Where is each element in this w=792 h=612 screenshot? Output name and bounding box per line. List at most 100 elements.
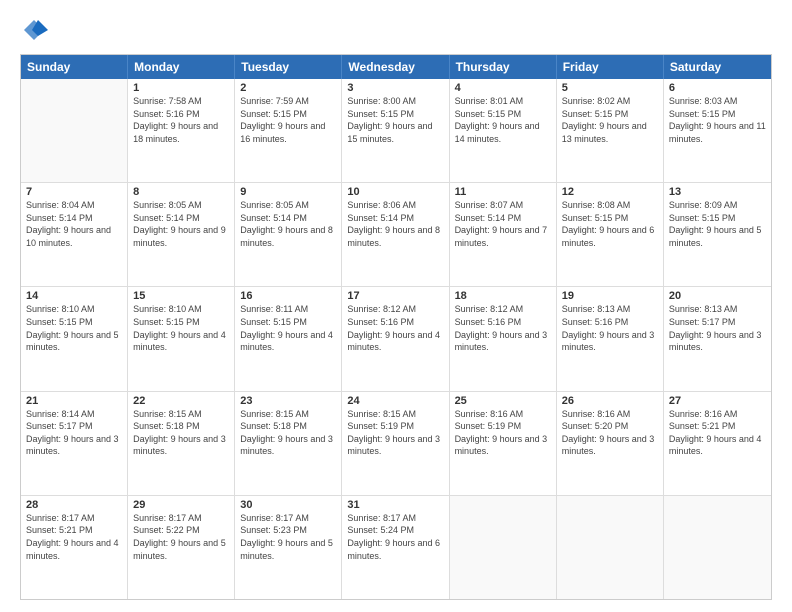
cell-info: Sunrise: 8:05 AMSunset: 5:14 PMDaylight:… — [240, 199, 336, 249]
cal-cell: 10Sunrise: 8:06 AMSunset: 5:14 PMDayligh… — [342, 183, 449, 286]
cal-week-3: 14Sunrise: 8:10 AMSunset: 5:15 PMDayligh… — [21, 287, 771, 391]
cell-info: Sunrise: 8:12 AMSunset: 5:16 PMDaylight:… — [455, 303, 551, 353]
cal-header-friday: Friday — [557, 55, 664, 79]
day-number: 13 — [669, 186, 766, 198]
cal-header-sunday: Sunday — [21, 55, 128, 79]
cal-cell: 19Sunrise: 8:13 AMSunset: 5:16 PMDayligh… — [557, 287, 664, 390]
cal-cell: 9Sunrise: 8:05 AMSunset: 5:14 PMDaylight… — [235, 183, 342, 286]
cal-cell: 14Sunrise: 8:10 AMSunset: 5:15 PMDayligh… — [21, 287, 128, 390]
cell-info: Sunrise: 8:15 AMSunset: 5:19 PMDaylight:… — [347, 408, 443, 458]
cal-cell: 29Sunrise: 8:17 AMSunset: 5:22 PMDayligh… — [128, 496, 235, 599]
cal-cell — [21, 79, 128, 182]
day-number: 4 — [455, 82, 551, 94]
cal-week-5: 28Sunrise: 8:17 AMSunset: 5:21 PMDayligh… — [21, 496, 771, 599]
cell-info: Sunrise: 8:10 AMSunset: 5:15 PMDaylight:… — [26, 303, 122, 353]
day-number: 12 — [562, 186, 658, 198]
header — [20, 16, 772, 44]
cal-cell: 15Sunrise: 8:10 AMSunset: 5:15 PMDayligh… — [128, 287, 235, 390]
day-number: 27 — [669, 395, 766, 407]
day-number: 9 — [240, 186, 336, 198]
cell-info: Sunrise: 8:17 AMSunset: 5:21 PMDaylight:… — [26, 512, 122, 562]
day-number: 20 — [669, 290, 766, 302]
cal-header-saturday: Saturday — [664, 55, 771, 79]
cal-cell: 5Sunrise: 8:02 AMSunset: 5:15 PMDaylight… — [557, 79, 664, 182]
cell-info: Sunrise: 7:58 AMSunset: 5:16 PMDaylight:… — [133, 95, 229, 145]
cal-cell: 4Sunrise: 8:01 AMSunset: 5:15 PMDaylight… — [450, 79, 557, 182]
cell-info: Sunrise: 8:13 AMSunset: 5:16 PMDaylight:… — [562, 303, 658, 353]
day-number: 24 — [347, 395, 443, 407]
cell-info: Sunrise: 8:06 AMSunset: 5:14 PMDaylight:… — [347, 199, 443, 249]
day-number: 7 — [26, 186, 122, 198]
day-number: 10 — [347, 186, 443, 198]
cell-info: Sunrise: 8:10 AMSunset: 5:15 PMDaylight:… — [133, 303, 229, 353]
day-number: 22 — [133, 395, 229, 407]
day-number: 19 — [562, 290, 658, 302]
day-number: 25 — [455, 395, 551, 407]
cal-week-4: 21Sunrise: 8:14 AMSunset: 5:17 PMDayligh… — [21, 392, 771, 496]
day-number: 3 — [347, 82, 443, 94]
cal-cell: 25Sunrise: 8:16 AMSunset: 5:19 PMDayligh… — [450, 392, 557, 495]
day-number: 28 — [26, 499, 122, 511]
day-number: 21 — [26, 395, 122, 407]
logo — [20, 16, 52, 44]
cal-cell: 11Sunrise: 8:07 AMSunset: 5:14 PMDayligh… — [450, 183, 557, 286]
cell-info: Sunrise: 8:11 AMSunset: 5:15 PMDaylight:… — [240, 303, 336, 353]
day-number: 31 — [347, 499, 443, 511]
cell-info: Sunrise: 8:12 AMSunset: 5:16 PMDaylight:… — [347, 303, 443, 353]
cell-info: Sunrise: 8:15 AMSunset: 5:18 PMDaylight:… — [240, 408, 336, 458]
day-number: 17 — [347, 290, 443, 302]
cell-info: Sunrise: 8:17 AMSunset: 5:22 PMDaylight:… — [133, 512, 229, 562]
day-number: 5 — [562, 82, 658, 94]
cal-cell: 26Sunrise: 8:16 AMSunset: 5:20 PMDayligh… — [557, 392, 664, 495]
cell-info: Sunrise: 8:08 AMSunset: 5:15 PMDaylight:… — [562, 199, 658, 249]
cal-cell — [450, 496, 557, 599]
cal-cell — [557, 496, 664, 599]
cal-cell: 2Sunrise: 7:59 AMSunset: 5:15 PMDaylight… — [235, 79, 342, 182]
cell-info: Sunrise: 8:09 AMSunset: 5:15 PMDaylight:… — [669, 199, 766, 249]
cal-cell: 6Sunrise: 8:03 AMSunset: 5:15 PMDaylight… — [664, 79, 771, 182]
cal-cell: 22Sunrise: 8:15 AMSunset: 5:18 PMDayligh… — [128, 392, 235, 495]
cal-cell: 28Sunrise: 8:17 AMSunset: 5:21 PMDayligh… — [21, 496, 128, 599]
cal-cell: 27Sunrise: 8:16 AMSunset: 5:21 PMDayligh… — [664, 392, 771, 495]
cal-cell: 12Sunrise: 8:08 AMSunset: 5:15 PMDayligh… — [557, 183, 664, 286]
cell-info: Sunrise: 8:05 AMSunset: 5:14 PMDaylight:… — [133, 199, 229, 249]
day-number: 14 — [26, 290, 122, 302]
day-number: 15 — [133, 290, 229, 302]
cell-info: Sunrise: 8:07 AMSunset: 5:14 PMDaylight:… — [455, 199, 551, 249]
cal-header-monday: Monday — [128, 55, 235, 79]
day-number: 1 — [133, 82, 229, 94]
day-number: 6 — [669, 82, 766, 94]
cal-header-thursday: Thursday — [450, 55, 557, 79]
cal-cell: 7Sunrise: 8:04 AMSunset: 5:14 PMDaylight… — [21, 183, 128, 286]
day-number: 11 — [455, 186, 551, 198]
cal-cell — [664, 496, 771, 599]
day-number: 29 — [133, 499, 229, 511]
day-number: 26 — [562, 395, 658, 407]
cal-week-2: 7Sunrise: 8:04 AMSunset: 5:14 PMDaylight… — [21, 183, 771, 287]
cell-info: Sunrise: 8:04 AMSunset: 5:14 PMDaylight:… — [26, 199, 122, 249]
logo-icon — [20, 16, 48, 44]
cell-info: Sunrise: 8:17 AMSunset: 5:24 PMDaylight:… — [347, 512, 443, 562]
cell-info: Sunrise: 8:13 AMSunset: 5:17 PMDaylight:… — [669, 303, 766, 353]
day-number: 2 — [240, 82, 336, 94]
cal-week-1: 1Sunrise: 7:58 AMSunset: 5:16 PMDaylight… — [21, 79, 771, 183]
cal-cell: 21Sunrise: 8:14 AMSunset: 5:17 PMDayligh… — [21, 392, 128, 495]
cal-cell: 18Sunrise: 8:12 AMSunset: 5:16 PMDayligh… — [450, 287, 557, 390]
cell-info: Sunrise: 8:16 AMSunset: 5:20 PMDaylight:… — [562, 408, 658, 458]
day-number: 8 — [133, 186, 229, 198]
cal-header-tuesday: Tuesday — [235, 55, 342, 79]
cell-info: Sunrise: 8:01 AMSunset: 5:15 PMDaylight:… — [455, 95, 551, 145]
calendar-header-row: SundayMondayTuesdayWednesdayThursdayFrid… — [21, 55, 771, 79]
day-number: 23 — [240, 395, 336, 407]
cell-info: Sunrise: 8:16 AMSunset: 5:21 PMDaylight:… — [669, 408, 766, 458]
cal-header-wednesday: Wednesday — [342, 55, 449, 79]
cal-cell: 24Sunrise: 8:15 AMSunset: 5:19 PMDayligh… — [342, 392, 449, 495]
cell-info: Sunrise: 7:59 AMSunset: 5:15 PMDaylight:… — [240, 95, 336, 145]
cell-info: Sunrise: 8:14 AMSunset: 5:17 PMDaylight:… — [26, 408, 122, 458]
cell-info: Sunrise: 8:16 AMSunset: 5:19 PMDaylight:… — [455, 408, 551, 458]
day-number: 30 — [240, 499, 336, 511]
cal-cell: 17Sunrise: 8:12 AMSunset: 5:16 PMDayligh… — [342, 287, 449, 390]
day-number: 18 — [455, 290, 551, 302]
cal-cell: 3Sunrise: 8:00 AMSunset: 5:15 PMDaylight… — [342, 79, 449, 182]
calendar: SundayMondayTuesdayWednesdayThursdayFrid… — [20, 54, 772, 600]
